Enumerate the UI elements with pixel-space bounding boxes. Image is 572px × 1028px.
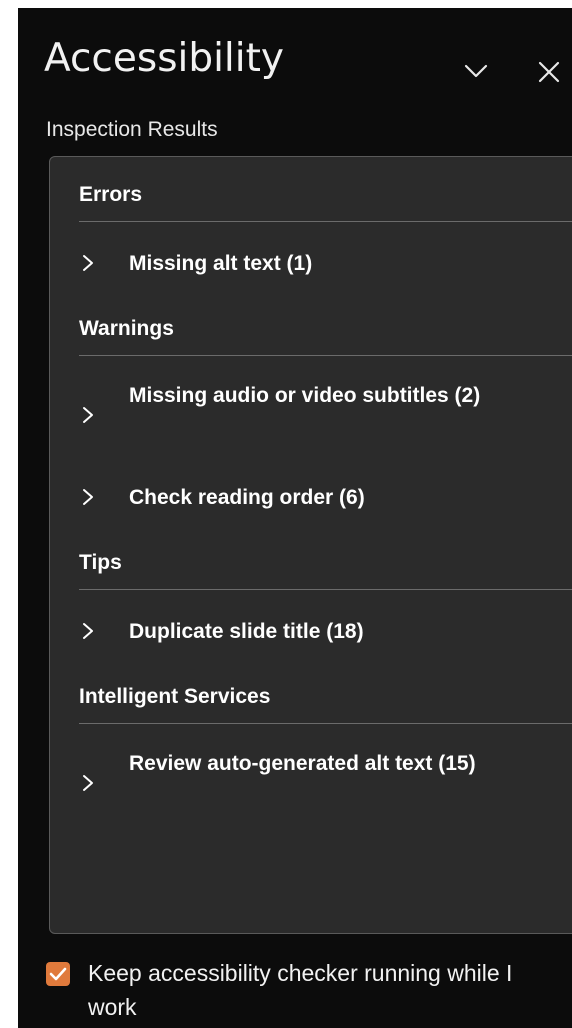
group-heading-warnings: Warnings [79, 317, 174, 340]
close-icon [538, 61, 560, 83]
issue-label: Check reading order (6) [129, 486, 365, 509]
issue-label: Duplicate slide title (18) [129, 620, 364, 643]
divider [79, 589, 572, 590]
divider [79, 221, 572, 222]
issue-missing-subtitles[interactable]: Missing audio or video subtitles (2) [50, 379, 572, 451]
pane-header: Accessibility [18, 8, 572, 108]
issue-duplicate-slide-title[interactable]: Duplicate slide title (18) [50, 613, 572, 653]
group-heading-intelligent-services: Intelligent Services [79, 685, 271, 708]
keep-running-option: Keep accessibility checker running while… [42, 956, 562, 1026]
issue-label: Review auto-generated alt text (15) [129, 752, 476, 775]
close-pane-button[interactable] [530, 52, 570, 92]
issue-label: Missing alt text (1) [129, 252, 313, 275]
issue-label: Missing audio or video subtitles (2) [129, 384, 481, 407]
checkmark-icon [49, 967, 67, 981]
chevron-right-icon [83, 489, 93, 505]
chevron-down-icon [464, 64, 488, 78]
issue-check-reading-order[interactable]: Check reading order (6) [50, 479, 572, 519]
keep-running-checkbox[interactable] [46, 962, 70, 986]
pane-options-button[interactable] [456, 52, 496, 92]
divider [79, 355, 572, 356]
group-heading-errors: Errors [79, 183, 143, 206]
chevron-right-icon [83, 255, 93, 271]
chevron-right-icon [83, 623, 93, 639]
keep-running-label[interactable]: Keep accessibility checker running while… [88, 956, 558, 1024]
issue-missing-alt-text[interactable]: Missing alt text (1) [50, 245, 572, 285]
inspection-results-label: Inspection Results [46, 118, 218, 141]
divider [79, 723, 572, 724]
pane-title: Accessibility [44, 36, 284, 81]
chevron-right-icon [83, 775, 93, 791]
issue-review-alt-text[interactable]: Review auto-generated alt text (15) [50, 747, 572, 819]
inspection-results-list: Errors Missing alt text (1) Warnings Mis… [49, 156, 572, 934]
group-heading-tips: Tips [79, 551, 122, 574]
chevron-right-icon [83, 407, 93, 423]
accessibility-pane: Accessibility Inspection Results Errors … [18, 8, 572, 1028]
